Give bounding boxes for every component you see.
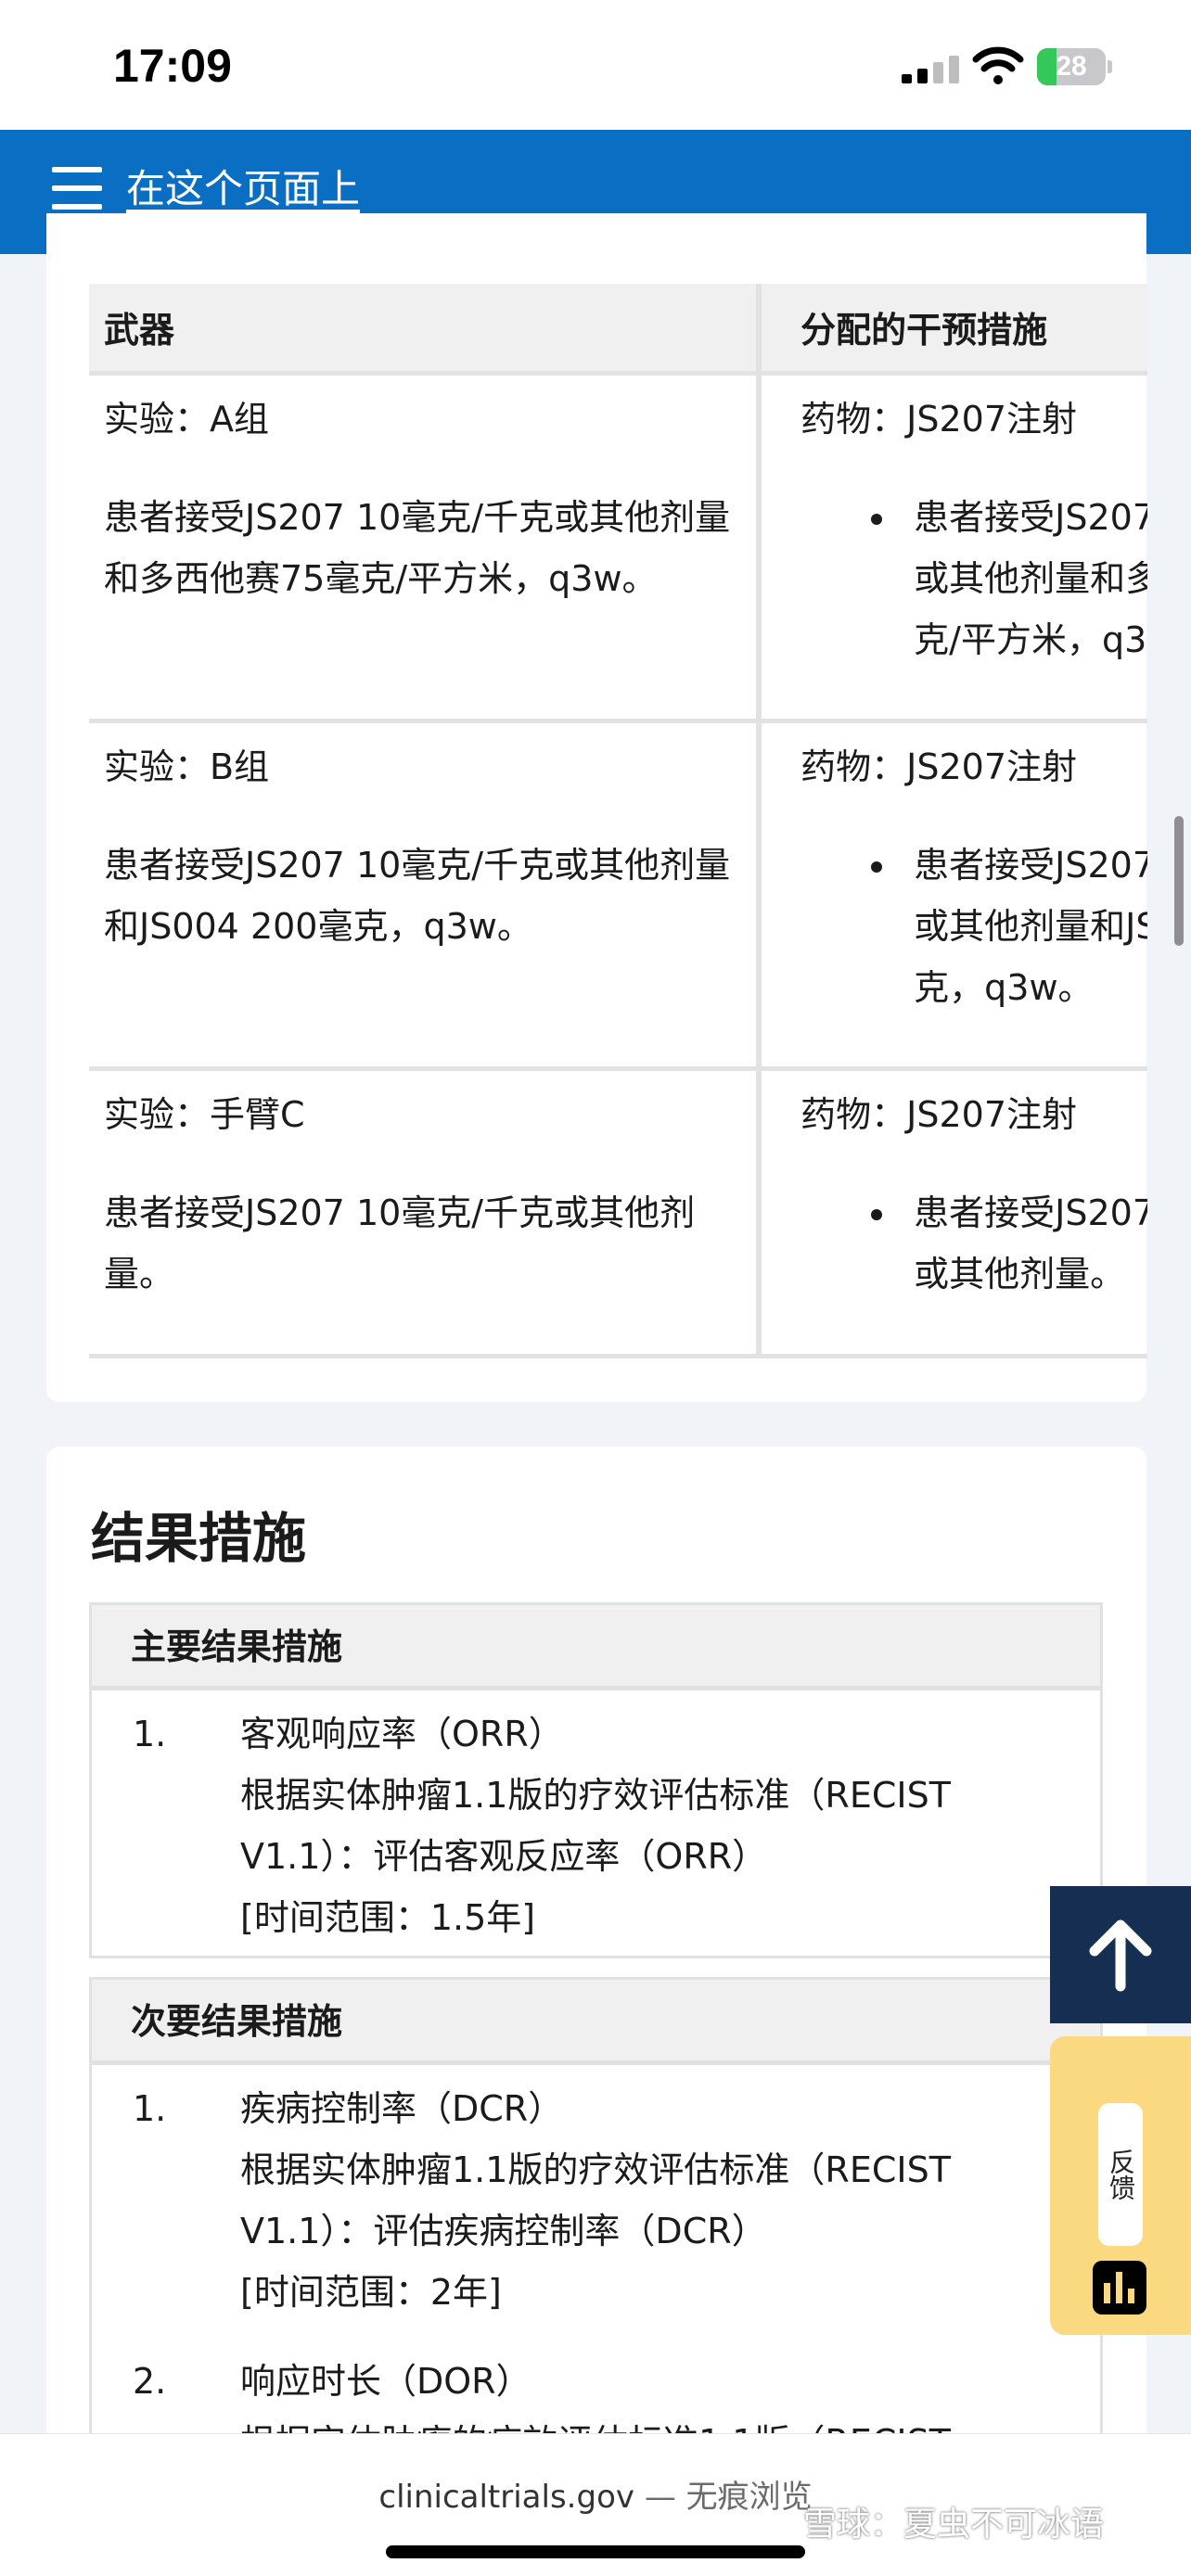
outcomes-section-title: 结果措施 — [91, 1507, 307, 1570]
outcome-time-frame: [时间范围：2年] — [240, 2272, 502, 2313]
chart-bars-icon — [1093, 2261, 1146, 2315]
bullet-dot-icon — [871, 861, 883, 873]
list-item: 1. 疾病控制率（DCR） 根据实体肿瘤1.1版的疗效评估标准（RECIST V… — [92, 2078, 1100, 2323]
intervention-bullet: 患者接受JS207 10毫克/千克或其他剂量和多西他赛75毫克/平方米，q3w。 — [800, 487, 1147, 670]
arm-cell: 实验：A组 患者接受JS207 10毫克/千克或其他剂量和多西他赛75毫克/平方… — [89, 373, 762, 723]
intervention-bullet-text: 患者接受JS207 10毫克/千克或其他剂量。 — [914, 1192, 1147, 1294]
arms-table-scroll[interactable]: 武器 分配的干预措施 实验：A组 患者接受JS207 10毫克/千克或其他剂量和… — [89, 284, 1147, 1404]
arm-title: 实验：B组 — [104, 746, 270, 787]
table-row: 实验：A组 患者接受JS207 10毫克/千克或其他剂量和多西他赛75毫克/平方… — [89, 373, 1147, 723]
arrow-up-icon — [1089, 1919, 1152, 1992]
outcome-number: 1. — [133, 2088, 167, 2129]
browser-domain: clinicaltrials.gov — [378, 2479, 634, 2516]
table-row: 实验：手臂C 患者接受JS207 10毫克/千克或其他剂量。 药物：JS207注… — [89, 1068, 1147, 1358]
bullet-dot-icon — [871, 513, 883, 525]
intervention-title: 药物：JS207注射 — [800, 398, 1078, 440]
arms-table: 武器 分配的干预措施 实验：A组 患者接受JS207 10毫克/千克或其他剂量和… — [89, 284, 1147, 1358]
outcome-description: 根据实体肿瘤1.1版的疗效评估标准（RECIST V1.1）：评估疾病控制率（D… — [240, 2149, 951, 2251]
status-time: 17:09 — [113, 40, 232, 92]
intervention-title: 药物：JS207注射 — [800, 1093, 1078, 1135]
arm-description: 患者接受JS207 10毫克/千克或其他剂量。 — [104, 1192, 696, 1294]
intervention-bullet: 患者接受JS207 10毫克/千克或其他剂量。 — [800, 1182, 1147, 1305]
primary-outcomes-box: 主要结果措施 1. 客观响应率（ORR） 根据实体肿瘤1.1版的疗效评估标准（R… — [89, 1602, 1103, 1958]
bullet-dot-icon — [871, 1208, 883, 1220]
intervention-cell: 药物：JS207注射 患者接受JS207 10毫克/千克或其他剂量。 — [759, 1068, 1147, 1358]
outcome-title: 疾病控制率（DCR） — [240, 2088, 564, 2129]
intervention-bullet: 患者接受JS207 10毫克/千克或其他剂量和JS004 200毫克，q3w。 — [800, 835, 1147, 1018]
arm-title: 实验：A组 — [104, 398, 269, 440]
feedback-button[interactable]: 反馈 — [1050, 2036, 1191, 2335]
table-header-row: 武器 分配的干预措施 — [89, 284, 1147, 376]
intervention-cell: 药物：JS207注射 患者接受JS207 10毫克/千克或其他剂量和JS004 … — [759, 721, 1147, 1071]
arms-card: 武器 分配的干预措施 实验：A组 患者接受JS207 10毫克/千克或其他剂量和… — [46, 213, 1147, 1404]
intervention-cell: 药物：JS207注射 患者接受JS207 10毫克/千克或其他剂量和多西他赛75… — [759, 373, 1147, 723]
wifi-icon — [972, 46, 1024, 84]
browser-bottom-bar: clinicaltrials.gov — 无痕浏览 雪球：夏虫不可冰语 — [0, 2433, 1191, 2576]
secondary-outcomes-heading: 次要结果措施 — [92, 1980, 1100, 2065]
intervention-bullet-text: 患者接受JS207 10毫克/千克或其他剂量和多西他赛75毫克/平方米，q3w。 — [914, 496, 1147, 660]
watermark: 雪球：夏虫不可冰语 — [803, 2506, 1105, 2544]
outcome-number: 1. — [133, 1714, 167, 1754]
battery-level: 28 — [1056, 51, 1087, 82]
page-scrollbar[interactable] — [1174, 816, 1184, 946]
outcome-title: 客观响应率（ORR） — [240, 1714, 564, 1754]
primary-outcomes-heading: 主要结果措施 — [92, 1605, 1100, 1690]
arm-header: 武器 — [89, 284, 762, 376]
outcome-time-frame: [时间范围：1.5年] — [240, 1897, 536, 1938]
signal-icon — [902, 56, 959, 83]
back-to-top-button[interactable] — [1050, 1886, 1191, 2023]
arm-cell: 实验：B组 患者接受JS207 10毫克/千克或其他剂量和JS004 200毫克… — [89, 721, 762, 1071]
outcomes-card: 结果措施 主要结果措施 1. 客观响应率（ORR） 根据实体肿瘤1.1版的疗效评… — [46, 1447, 1146, 2576]
outcome-title: 响应时长（DOR） — [240, 2361, 531, 2402]
intervention-header: 分配的干预措施 — [759, 284, 1147, 376]
table-row: 实验：B组 患者接受JS207 10毫克/千克或其他剂量和JS004 200毫克… — [89, 721, 1147, 1071]
list-item: 1. 客观响应率（ORR） 根据实体肿瘤1.1版的疗效评估标准（RECIST V… — [92, 1703, 1100, 1948]
outcome-number: 2. — [133, 2361, 167, 2402]
battery-cap — [1108, 60, 1112, 73]
hamburger-icon[interactable] — [52, 167, 102, 210]
home-indicator[interactable] — [386, 2545, 805, 2558]
battery-body: 28 — [1037, 48, 1106, 85]
arm-title: 实验：手臂C — [104, 1093, 305, 1135]
browser-mode: 无痕浏览 — [685, 2479, 813, 2516]
intervention-bullet-text: 患者接受JS207 10毫克/千克或其他剂量和JS004 200毫克，q3w。 — [914, 844, 1147, 1008]
arm-description: 患者接受JS207 10毫克/千克或其他剂量和JS004 200毫克，q3w。 — [104, 844, 731, 947]
browser-separator: — — [644, 2479, 676, 2516]
intervention-title: 药物：JS207注射 — [800, 746, 1078, 787]
on-this-page-link[interactable]: 在这个页面上 — [126, 158, 360, 214]
feedback-label: 反馈 — [1106, 2149, 1136, 2200]
arm-cell: 实验：手臂C 患者接受JS207 10毫克/千克或其他剂量。 — [89, 1068, 762, 1358]
arm-description: 患者接受JS207 10毫克/千克或其他剂量和多西他赛75毫克/平方米，q3w。 — [104, 496, 731, 599]
status-bar: 17:09 28 — [0, 0, 1191, 130]
battery-icon: 28 — [1037, 48, 1112, 85]
feedback-label-pill: 反馈 — [1098, 2103, 1143, 2246]
outcome-description: 根据实体肿瘤1.1版的疗效评估标准（RECIST V1.1）：评估客观反应率（O… — [240, 1775, 951, 1877]
